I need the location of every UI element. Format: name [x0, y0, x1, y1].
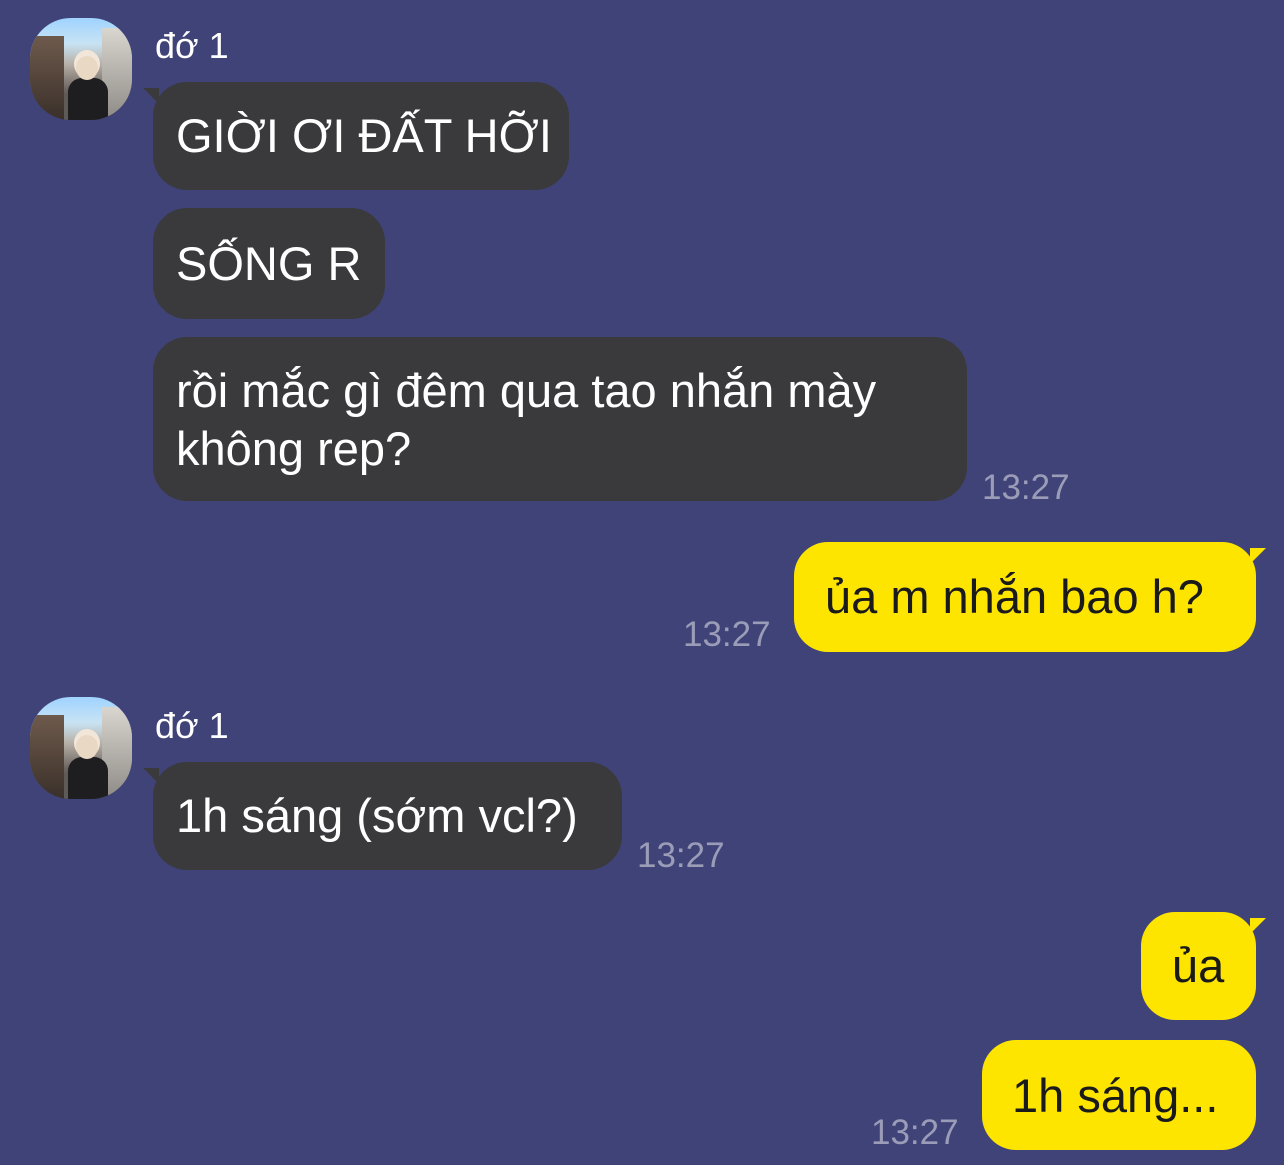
- message-bubble-outgoing[interactable]: ủa m nhắn bao h?: [794, 542, 1266, 652]
- avatar-photo-detail: [76, 735, 98, 759]
- message-text-line: rồi mắc gì đêm qua tao nhắn mày: [176, 364, 877, 417]
- message-timestamp: 13:27: [871, 1113, 959, 1152]
- message-bubble-incoming[interactable]: SỐNG R: [153, 208, 385, 319]
- bubble-tail: [143, 768, 159, 784]
- avatar-photo-detail: [76, 56, 98, 80]
- avatar-photo-detail: [68, 78, 108, 120]
- avatar-photo-detail: [30, 715, 64, 799]
- message-text: 1h sáng (sớm vcl?): [176, 789, 578, 842]
- sender-name: đớ 1: [155, 705, 229, 746]
- message-timestamp: 13:27: [982, 468, 1070, 507]
- message-text-line: không rep?: [176, 422, 412, 475]
- message-timestamp: 13:27: [683, 615, 771, 654]
- message-bubble-outgoing[interactable]: 1h sáng...: [982, 1040, 1256, 1150]
- bubble-tail: [143, 88, 159, 104]
- avatar-photo-detail: [30, 36, 64, 120]
- message-text: ủa: [1172, 939, 1225, 992]
- avatar-photo-detail: [68, 757, 108, 799]
- message-text: ủa m nhắn bao h?: [825, 570, 1204, 623]
- message-text: GIỜI ƠI ĐẤT HỠI: [176, 109, 552, 162]
- message-bubble-incoming[interactable]: 1h sáng (sớm vcl?): [143, 762, 622, 870]
- message-bubble-outgoing[interactable]: ủa: [1141, 912, 1266, 1020]
- message-bubble-incoming[interactable]: GIỜI ƠI ĐẤT HỠI: [143, 82, 569, 190]
- contact-avatar[interactable]: [30, 697, 132, 799]
- sender-name: đớ 1: [155, 25, 229, 66]
- message-timestamp: 13:27: [637, 836, 725, 875]
- message-bubble-incoming[interactable]: rồi mắc gì đêm qua tao nhắn mày không re…: [153, 337, 967, 501]
- bubble-tail: [1250, 918, 1266, 934]
- contact-avatar[interactable]: [30, 18, 132, 120]
- bubble-tail: [1250, 548, 1266, 564]
- message-text: 1h sáng...: [1012, 1069, 1219, 1122]
- message-text: SỐNG R: [176, 237, 362, 290]
